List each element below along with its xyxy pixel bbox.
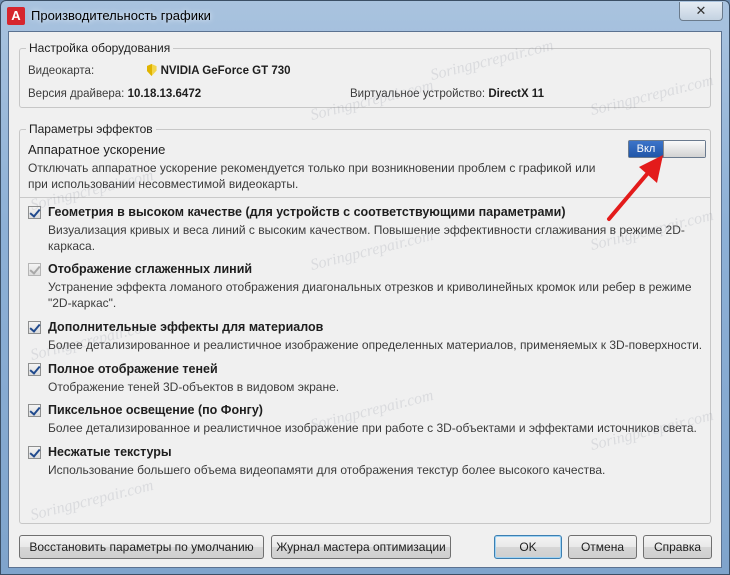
option-description: Использование большего объема видеопамят… bbox=[48, 463, 606, 477]
virtual-device-row: Виртуальное устройство: DirectX 11 bbox=[350, 88, 544, 100]
material-effects-checkbox[interactable] bbox=[28, 321, 41, 334]
smooth-lines-checkbox[interactable] bbox=[28, 263, 41, 276]
option-title: Отображение сглаженных линий bbox=[48, 262, 253, 276]
effects-settings-legend: Параметры эффектов bbox=[26, 122, 156, 136]
full-shadows-checkbox[interactable] bbox=[28, 363, 41, 376]
gpu-shield-icon bbox=[146, 64, 157, 76]
gpu-label: Видеокарта: bbox=[28, 65, 95, 77]
hardware-acceleration-description: Отключать аппаратное ускорение рекоменду… bbox=[28, 161, 596, 191]
cancel-button[interactable]: Отмена bbox=[568, 535, 637, 559]
option-description: Более детализированное и реалистичное из… bbox=[48, 421, 697, 435]
option-title: Дополнительные эффекты для материалов bbox=[48, 320, 324, 334]
option-description: Устранение эффекта ломаного отображения … bbox=[48, 280, 692, 310]
window-title: Производительность графики bbox=[31, 8, 211, 23]
option-title: Несжатые текстуры bbox=[48, 445, 172, 459]
option-description: Отображение теней 3D-объектов в видовом … bbox=[48, 380, 340, 394]
title-bar[interactable]: A Производительность графики ✕ bbox=[1, 1, 729, 31]
per-pixel-lighting-checkbox[interactable] bbox=[28, 404, 41, 417]
option-description: Более детализированное и реалистичное из… bbox=[48, 338, 703, 352]
gpu-value: NVIDIA GeForce GT 730 bbox=[160, 65, 291, 77]
hardware-acceleration-title: Аппаратное ускорение bbox=[28, 142, 166, 157]
uncompressed-textures-checkbox[interactable] bbox=[28, 446, 41, 459]
option-title: Пиксельное освещение (по Фонгу) bbox=[48, 403, 263, 417]
help-button[interactable]: Справка bbox=[643, 535, 712, 559]
dialog-client-area: Настройка оборудования Видеокарта: NVIDI… bbox=[8, 31, 722, 568]
close-button[interactable]: ✕ bbox=[679, 2, 723, 21]
hardware-settings-group: Настройка оборудования Видеокарта: NVIDI… bbox=[19, 41, 711, 108]
restore-defaults-button[interactable]: Восстановить параметры по умолчанию bbox=[19, 535, 264, 559]
gpu-row: Видеокарта: NVIDIA GeForce GT 730 bbox=[28, 64, 291, 77]
driver-value: 10.18.13.6472 bbox=[127, 88, 202, 100]
ok-button[interactable]: OK bbox=[494, 535, 562, 559]
driver-row: Версия драйвера: 10.18.13.6472 bbox=[28, 88, 201, 100]
virtual-device-label: Виртуальное устройство: bbox=[350, 88, 486, 100]
optimization-log-button[interactable]: Журнал мастера оптимизации bbox=[271, 535, 451, 559]
driver-label: Версия драйвера: bbox=[28, 88, 125, 100]
option-description: Визуализация кривых и веса линий с высок… bbox=[48, 223, 685, 253]
option-title: Геометрия в высоком качестве (для устрой… bbox=[48, 205, 566, 219]
dialog-window: A Производительность графики ✕ Настройка… bbox=[0, 0, 730, 575]
high-quality-geometry-checkbox[interactable] bbox=[28, 206, 41, 219]
option-title: Полное отображение теней bbox=[48, 362, 218, 376]
virtual-device-value: DirectX 11 bbox=[488, 88, 544, 100]
hardware-settings-legend: Настройка оборудования bbox=[26, 41, 174, 55]
autocad-app-icon: A bbox=[7, 7, 25, 25]
annotation-arrow-icon bbox=[607, 155, 663, 221]
